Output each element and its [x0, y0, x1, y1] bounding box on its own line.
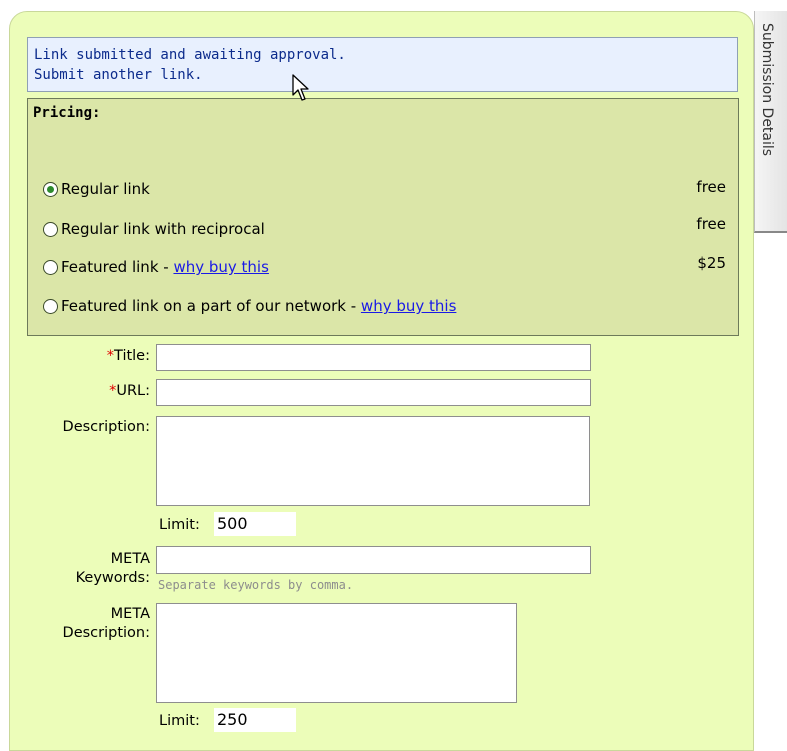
submission-details-tab-label: Submission Details — [759, 23, 775, 157]
radio-featured-link[interactable] — [43, 259, 58, 275]
submit-another-link[interactable]: Submit another link. — [34, 65, 731, 85]
option-featured-network-link[interactable]: Featured link on a part of our network -… — [43, 295, 456, 317]
price-regular-link: free — [696, 178, 726, 196]
meta-keywords-hint: Separate keywords by comma. — [158, 578, 354, 592]
option-featured-link-label: Featured link - — [61, 258, 174, 276]
description-limit-label: Limit: — [159, 517, 200, 533]
option-regular-link-reciprocal[interactable]: Regular link with reciprocal — [43, 218, 265, 240]
radio-featured-network-link[interactable] — [43, 298, 58, 314]
meta-description-limit-label: Limit: — [159, 713, 200, 729]
title-label: *Title: — [106, 348, 150, 364]
required-mark: * — [106, 348, 115, 364]
meta-description-limit-value: 250 — [214, 708, 296, 732]
description-textarea[interactable] — [156, 416, 590, 506]
submission-details-tab[interactable]: Submission Details — [754, 11, 787, 233]
why-buy-this-link-network[interactable]: why buy this — [361, 297, 456, 315]
option-featured-network-link-label: Featured link on a part of our network - — [61, 297, 361, 315]
url-label: *URL: — [109, 383, 150, 399]
url-input[interactable] — [156, 379, 591, 406]
title-input[interactable] — [156, 344, 591, 371]
meta-keywords-label: META Keywords: — [75, 551, 150, 586]
radio-regular-link[interactable] — [43, 181, 58, 197]
description-limit-value: 500 — [214, 512, 296, 536]
status-message: Link submitted and awaiting approval. Su… — [27, 37, 738, 92]
why-buy-this-link-featured[interactable]: why buy this — [173, 258, 268, 276]
status-message-text: Link submitted and awaiting approval. — [34, 47, 346, 63]
option-regular-link-label: Regular link — [61, 180, 150, 198]
option-regular-link-reciprocal-label: Regular link with reciprocal — [61, 220, 265, 238]
description-label: Description: — [62, 419, 150, 435]
meta-description-textarea[interactable] — [156, 603, 517, 703]
pricing-heading: Pricing: — [33, 105, 101, 121]
radio-regular-link-reciprocal[interactable] — [43, 221, 58, 237]
pricing-box: Pricing: Regular link free Regular link … — [27, 98, 739, 336]
meta-description-label: META Description: — [62, 606, 150, 641]
mouse-pointer-icon — [292, 74, 309, 101]
option-featured-link[interactable]: Featured link - why buy this — [43, 256, 269, 278]
meta-keywords-input[interactable] — [156, 546, 591, 574]
price-regular-link-reciprocal: free — [696, 215, 726, 233]
option-regular-link[interactable]: Regular link — [43, 178, 150, 200]
price-featured-link: $25 — [697, 254, 726, 272]
